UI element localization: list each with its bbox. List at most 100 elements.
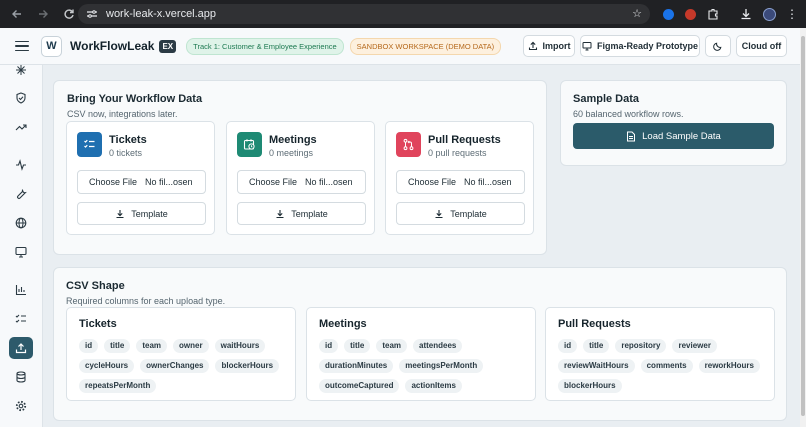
load-sample-label: Load Sample Data [642,130,721,142]
globe-icon [15,217,27,229]
column-chip: reworkHours [698,359,760,373]
sidebar-item-monitor[interactable] [9,241,33,263]
bar-chart-icon [15,285,26,296]
sidebar-item-tools[interactable] [9,183,33,205]
figma-prototype-button[interactable]: Figma-Ready Prototype [580,35,700,57]
sidebar-item-activity[interactable] [9,154,33,176]
csv-shape-title: CSV Shape [66,280,125,292]
file-text-icon [627,131,636,141]
extensions-puzzle-icon[interactable] [705,6,721,22]
file-name-label: No fil...osen [305,177,353,187]
forward-icon[interactable] [32,3,54,25]
tickets-upload-card: Tickets 0 tickets Choose File No fil...o… [66,121,215,235]
column-chip: reviewer [672,339,717,353]
meetings-column-list: id title team attendees durationMinutes … [319,339,525,393]
monitor-icon [15,246,27,258]
pull-requests-column-list: id title repository reviewer reviewWaitH… [558,339,764,393]
column-chip: outcomeCaptured [319,379,400,393]
app-header: W WorkFlowLeak EX Track 1: Customer & Em… [0,28,800,65]
cloud-toggle-button[interactable]: Cloud off [736,35,787,57]
sidebar-item-globe[interactable] [9,212,33,234]
column-chip: id [79,339,99,353]
figma-label: Figma-Ready Prototype [596,41,699,51]
tickets-column-list: id title team owner waitHours cycleHours… [79,339,285,393]
file-name-label: No fil...osen [464,177,512,187]
download-icon[interactable] [738,6,754,22]
scrollbar-thumb[interactable] [801,36,805,416]
shield-extension-icon[interactable] [682,6,698,22]
sidebar-item-trends[interactable] [9,116,33,138]
tickets-count: 0 tickets [109,148,143,158]
pull-requests-template-button[interactable]: Template [396,202,525,225]
import-button[interactable]: Import [523,35,575,57]
tickets-template-button[interactable]: Template [77,202,206,225]
download-icon [276,209,284,218]
sidebar-item-charts[interactable] [9,279,33,301]
pull-requests-count: 0 pull requests [428,148,487,158]
download-icon [116,209,124,218]
template-label: Template [450,208,487,219]
template-label: Template [131,208,168,219]
sidebar-item-upload[interactable] [9,337,33,359]
browser-toolbar: work-leak-x.vercel.app ☆ ⋮ [0,0,806,28]
column-chip: owner [173,339,209,353]
browser-menu-icon[interactable]: ⋮ [784,6,800,22]
upload-icon [15,343,27,354]
download-icon [435,209,443,218]
sidebar-item-sparkle[interactable] [9,59,33,81]
choose-file-label: Choose File [408,177,457,187]
column-chip: ownerChanges [140,359,210,373]
page-scrollbar[interactable] [800,28,806,427]
profile-avatar-icon[interactable] [761,6,777,22]
shield-check-icon [16,92,26,104]
sidebar-item-security[interactable] [9,87,33,109]
trending-up-icon [15,124,27,131]
cloud-label: Cloud off [741,41,782,51]
url-text: work-leak-x.vercel.app [106,8,217,20]
pull-requests-columns-title: Pull Requests [558,318,631,330]
csv-shape-subtitle: Required columns for each upload type. [66,296,226,306]
meetings-columns-title: Meetings [319,318,367,330]
column-chip: title [344,339,371,353]
sample-data-subtitle: 60 balanced workflow rows. [573,109,684,119]
csv-shape-card: CSV Shape Required columns for each uplo… [53,267,787,421]
meetings-file-input[interactable]: Choose File No fil...osen [237,170,366,194]
reload-icon[interactable] [58,3,80,25]
pull-requests-columns-card: Pull Requests id title repository review… [545,307,775,401]
wrench-icon [17,189,27,199]
activity-icon [16,159,26,171]
load-sample-data-button[interactable]: Load Sample Data [573,123,774,149]
column-chip: id [558,339,578,353]
column-chip: blockerHours [558,379,622,393]
menu-icon[interactable] [15,40,29,52]
pull-requests-file-input[interactable]: Choose File No fil...osen [396,170,525,194]
column-chip: blockerHours [215,359,280,373]
upload-icon [528,41,537,51]
site-settings-icon[interactable] [86,8,98,20]
meetings-columns-card: Meetings id title team attendees duratio… [306,307,536,401]
moon-icon [713,42,722,51]
pull-requests-upload-card: Pull Requests 0 pull requests Choose Fil… [385,121,534,235]
back-icon[interactable] [6,3,28,25]
list-checks-icon [15,314,26,323]
sidebar [0,65,43,427]
column-chip: repository [615,339,667,353]
bring-data-subtitle: CSV now, integrations later. [67,109,178,119]
calendar-clock-icon [237,132,262,157]
address-bar[interactable]: work-leak-x.vercel.app ☆ [78,4,650,24]
choose-file-label: Choose File [89,177,138,187]
meetings-upload-title: Meetings [269,134,317,146]
column-chip: cycleHours [79,359,135,373]
password-manager-icon[interactable] [660,6,676,22]
sidebar-item-database[interactable] [9,366,33,388]
theme-toggle-button[interactable] [705,35,731,57]
column-chip: comments [640,359,693,373]
tickets-file-input[interactable]: Choose File No fil...osen [77,170,206,194]
monitor-icon [582,42,592,51]
template-label: Template [291,208,328,219]
sidebar-item-checklist[interactable] [9,308,33,330]
sidebar-item-settings[interactable] [9,395,33,417]
meetings-template-button[interactable]: Template [237,202,366,225]
column-chip: title [583,339,610,353]
bookmark-star-icon[interactable]: ☆ [632,7,642,20]
